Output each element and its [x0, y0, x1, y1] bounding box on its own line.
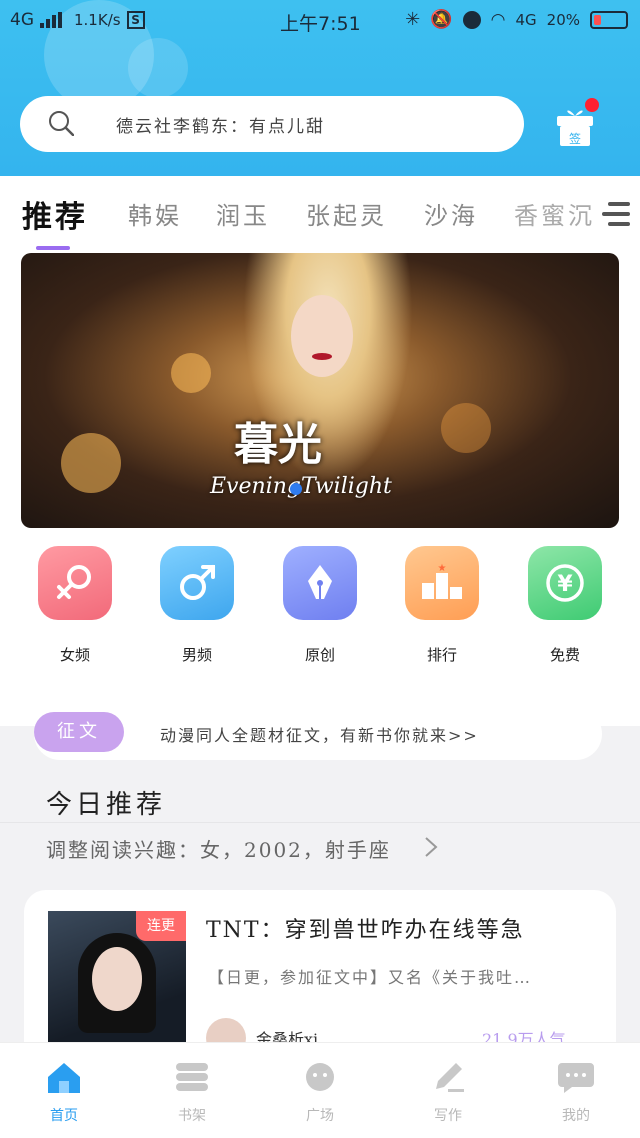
tab-xiangmi[interactable]: 香蜜沉 — [514, 196, 595, 231]
battery-icon — [590, 10, 628, 29]
bookshelf-icon — [176, 1063, 208, 1091]
alarm-icon — [462, 10, 481, 29]
serial-tag: 连更 — [136, 911, 186, 941]
decorative-bubble — [128, 38, 188, 98]
category-label: 排行 — [426, 646, 457, 664]
tab-shahai[interactable]: 沙海 — [424, 196, 478, 231]
network-speed: 1.1K/s — [74, 11, 121, 29]
section-title: 今日推荐 — [46, 790, 167, 820]
tab-zhangqiling[interactable]: 张起灵 — [306, 196, 387, 231]
banner-face — [291, 295, 353, 377]
ranking-podium-icon: ★ — [422, 563, 462, 599]
book-title[interactable]: TNT：穿到兽世咋办在线等急 — [206, 912, 525, 944]
contest-badge: 征文 — [34, 712, 124, 752]
banner-title: 暮光 — [234, 419, 322, 470]
menu-icon[interactable] — [596, 198, 632, 230]
category-female[interactable]: 女频 — [38, 546, 112, 665]
banner-light — [441, 403, 491, 453]
nav-label: 广场 — [306, 1108, 334, 1124]
svg-text:★: ★ — [438, 563, 447, 574]
category-label: 免费 — [549, 646, 580, 664]
wifi-icon: ◠ — [490, 9, 506, 30]
chevron-right-icon — [425, 837, 438, 857]
search-placeholder: 德云社李鹤东：有点儿甜 — [116, 117, 325, 137]
pen-nib-icon — [308, 565, 332, 599]
banner-lips — [312, 353, 332, 360]
nav-home[interactable]: 首页 — [24, 1059, 104, 1125]
category-label: 原创 — [304, 646, 335, 664]
gift-label: 签 — [569, 131, 581, 146]
nav-label: 我的 — [562, 1108, 590, 1124]
notification-dot — [585, 98, 599, 112]
divider — [0, 822, 640, 823]
search-bar[interactable]: 德云社李鹤东：有点儿甜 — [20, 96, 524, 152]
category-free[interactable]: ¥ 免费 — [528, 546, 602, 665]
nav-label: 写作 — [434, 1108, 462, 1124]
nav-profile[interactable]: 我的 — [536, 1059, 616, 1125]
category-tabs: 推荐 韩娱 润玉 张起灵 沙海 香蜜沉 — [0, 186, 640, 246]
status-bar: 4G 1.1K/s S 上午7:51 ✳ 🔕 ◠ 4G 20% — [0, 0, 640, 44]
male-icon — [180, 565, 215, 600]
pencil-icon — [436, 1063, 464, 1092]
carousel-indicator — [290, 483, 302, 495]
s-badge-icon: S — [126, 11, 145, 29]
clock: 上午7:51 — [280, 13, 361, 35]
search-icon — [49, 111, 74, 136]
nav-write[interactable]: 写作 — [408, 1059, 488, 1125]
nav-bookshelf[interactable]: 书架 — [152, 1059, 232, 1125]
nav-label: 书架 — [178, 1108, 206, 1124]
reading-interest-link[interactable]: 调整阅读兴趣：女，2002，射手座 — [46, 834, 391, 863]
home-icon — [48, 1063, 80, 1093]
contest-text: 动漫同人全题材征文，有新书你就来>> — [160, 726, 479, 745]
category-ranking[interactable]: ★ 排行 — [405, 546, 479, 665]
female-icon — [57, 565, 91, 599]
tab-recommend[interactable]: 推荐 — [22, 192, 88, 236]
active-tab-indicator — [36, 246, 70, 250]
nav-plaza[interactable]: 广场 — [280, 1059, 360, 1125]
banner-light — [61, 433, 121, 493]
battery-label: 20% — [546, 10, 580, 29]
banner-light — [171, 353, 211, 393]
category-male[interactable]: 男频 — [160, 546, 234, 665]
bottom-navigation: 首页 书架 广场 写作 我的 — [0, 1042, 640, 1138]
cover-face — [92, 947, 142, 1011]
network-label: 4G — [10, 10, 34, 30]
tab-korean-ent[interactable]: 韩娱 — [128, 196, 182, 231]
mute-icon: 🔕 — [430, 9, 453, 30]
svg-text:¥: ¥ — [557, 572, 573, 597]
category-label: 男频 — [181, 646, 212, 664]
network-right-label: 4G — [515, 10, 537, 29]
contest-notice[interactable]: 征文 动漫同人全题材征文，有新书你就来>> — [34, 708, 602, 760]
planet-icon — [306, 1063, 334, 1091]
chat-bubble-icon — [558, 1063, 594, 1093]
category-original[interactable]: 原创 — [283, 546, 357, 665]
bluetooth-icon: ✳ — [405, 9, 421, 30]
category-label: 女频 — [59, 646, 90, 664]
yuan-icon: ¥ — [546, 564, 584, 602]
signal-icon — [40, 12, 62, 28]
nav-label: 首页 — [50, 1108, 78, 1124]
book-description: 【日更，参加征文中】又名《关于我吐… — [208, 968, 533, 987]
tab-runyu[interactable]: 润玉 — [216, 196, 270, 231]
